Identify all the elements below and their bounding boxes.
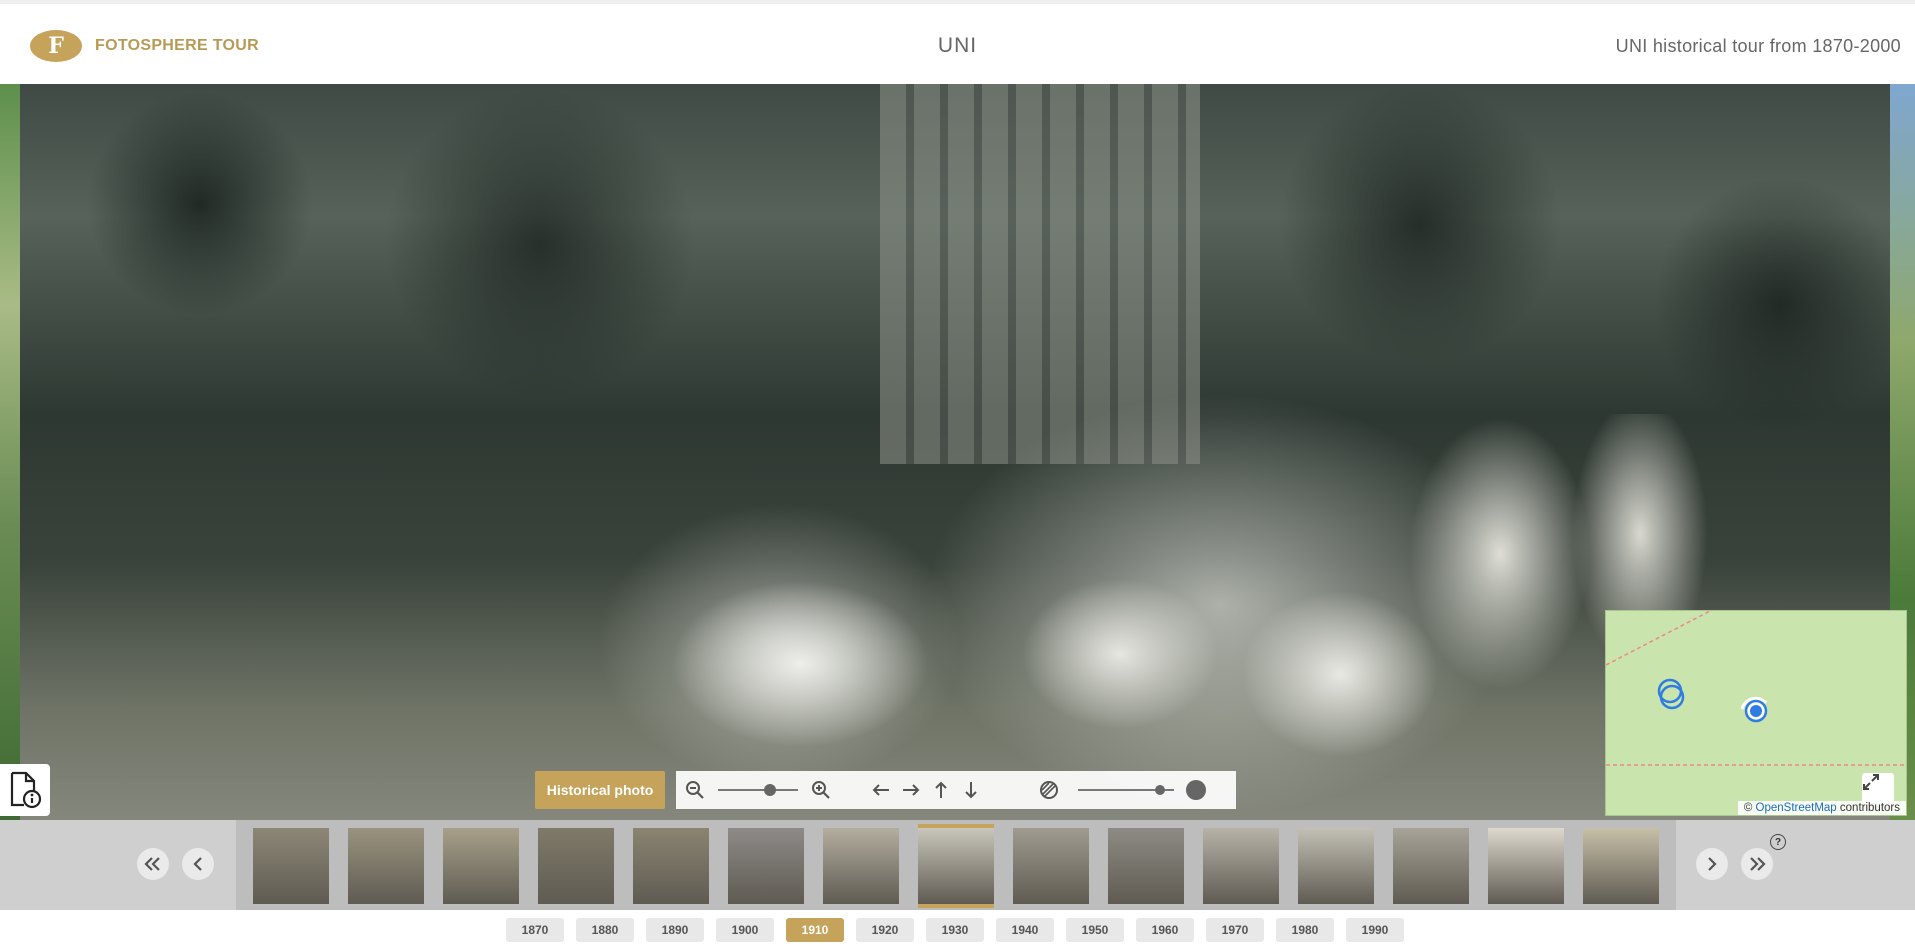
- double-chevron-right-icon: [1750, 857, 1766, 871]
- opacity-slider-knob[interactable]: [1154, 785, 1165, 795]
- viewer-controls: [676, 771, 1236, 809]
- zoom-slider[interactable]: [718, 784, 798, 796]
- opacity-icon: [1034, 775, 1064, 805]
- last-page-button[interactable]: [1741, 848, 1773, 880]
- decade-button-1970[interactable]: 1970: [1206, 918, 1264, 942]
- double-chevron-left-icon: [144, 857, 160, 871]
- first-page-button[interactable]: [137, 848, 169, 880]
- opacity-max-dot[interactable]: [1186, 780, 1206, 800]
- thumbnail-active[interactable]: [918, 824, 994, 908]
- zoom-out-icon[interactable]: [680, 775, 710, 805]
- decade-button-1930[interactable]: 1930: [926, 918, 984, 942]
- previous-button[interactable]: [182, 848, 214, 880]
- thumbnail[interactable]: [538, 828, 614, 904]
- historical-photo-button[interactable]: Historical photo: [535, 771, 665, 809]
- decade-button-1900[interactable]: 1900: [716, 918, 774, 942]
- map-expand-button[interactable]: [1862, 773, 1894, 803]
- photo-info-button[interactable]: [0, 764, 50, 816]
- thumbnail[interactable]: [1013, 828, 1089, 904]
- osm-link[interactable]: OpenStreetMap: [1756, 802, 1837, 814]
- app-header: F FOTOSPHERE TOUR UNI UNI historical tou…: [0, 0, 1915, 84]
- thumbnail[interactable]: [348, 828, 424, 904]
- decade-selector: 1870 1880 1890 1900 1910 1920 1930 1940 1950 1960…: [0, 918, 1915, 942]
- tour-subtitle: UNI historical tour from 1870-2000: [1615, 36, 1901, 56]
- decade-button-1880[interactable]: 1880: [576, 918, 634, 942]
- map-current-marker-dot: [1750, 705, 1762, 717]
- map-attribution: © OpenStreetMap contributors: [1737, 801, 1906, 815]
- map-road: [1606, 611, 1711, 666]
- next-button[interactable]: [1696, 848, 1728, 880]
- thumbnail[interactable]: [443, 828, 519, 904]
- photo-figures: [580, 414, 1740, 820]
- decade-button-1950[interactable]: 1950: [1066, 918, 1124, 942]
- thumbnail[interactable]: [1298, 828, 1374, 904]
- modern-panorama-left: [0, 84, 22, 820]
- arrow-down-icon[interactable]: [956, 775, 986, 805]
- attribution-prefix: ©: [1743, 802, 1753, 814]
- thumbnail[interactable]: [823, 828, 899, 904]
- mini-map-canvas: [1606, 611, 1906, 766]
- decade-button-1960[interactable]: 1960: [1136, 918, 1194, 942]
- thumbnail[interactable]: [1203, 828, 1279, 904]
- file-info-icon: [10, 771, 42, 809]
- arrow-left-icon[interactable]: [866, 775, 896, 805]
- help-icon[interactable]: ?: [1770, 834, 1786, 850]
- thumbnail[interactable]: [1583, 828, 1659, 904]
- decade-button-1940[interactable]: 1940: [996, 918, 1054, 942]
- thumbnail[interactable]: [1488, 828, 1564, 904]
- decade-button-1890[interactable]: 1890: [646, 918, 704, 942]
- attribution-suffix: contributors: [1839, 802, 1900, 814]
- arrow-right-icon[interactable]: [896, 775, 926, 805]
- chevron-right-icon: [1708, 857, 1717, 871]
- chevron-left-icon: [193, 857, 202, 871]
- panorama-viewer[interactable]: Historical photo © OpenStreetMap contrib…: [0, 84, 1915, 820]
- thumbnail[interactable]: [1108, 828, 1184, 904]
- thumbnail[interactable]: [633, 828, 709, 904]
- thumbnail-carousel: [236, 820, 1676, 910]
- zoom-slider-knob[interactable]: [764, 784, 776, 796]
- expand-icon: [1863, 774, 1879, 790]
- decade-button-1870[interactable]: 1870: [506, 918, 564, 942]
- thumbnail[interactable]: [728, 828, 804, 904]
- decade-button-1910[interactable]: 1910: [786, 918, 844, 942]
- thumbnail[interactable]: [1393, 828, 1469, 904]
- arrow-up-icon[interactable]: [926, 775, 956, 805]
- decade-button-1990[interactable]: 1990: [1346, 918, 1404, 942]
- thumbnail[interactable]: [253, 828, 329, 904]
- timeline-strip: ?: [0, 820, 1915, 910]
- decade-button-1920[interactable]: 1920: [856, 918, 914, 942]
- opacity-slider[interactable]: [1078, 785, 1174, 795]
- decade-button-1980[interactable]: 1980: [1276, 918, 1334, 942]
- zoom-in-icon[interactable]: [806, 775, 836, 805]
- mini-map[interactable]: © OpenStreetMap contributors: [1605, 610, 1907, 816]
